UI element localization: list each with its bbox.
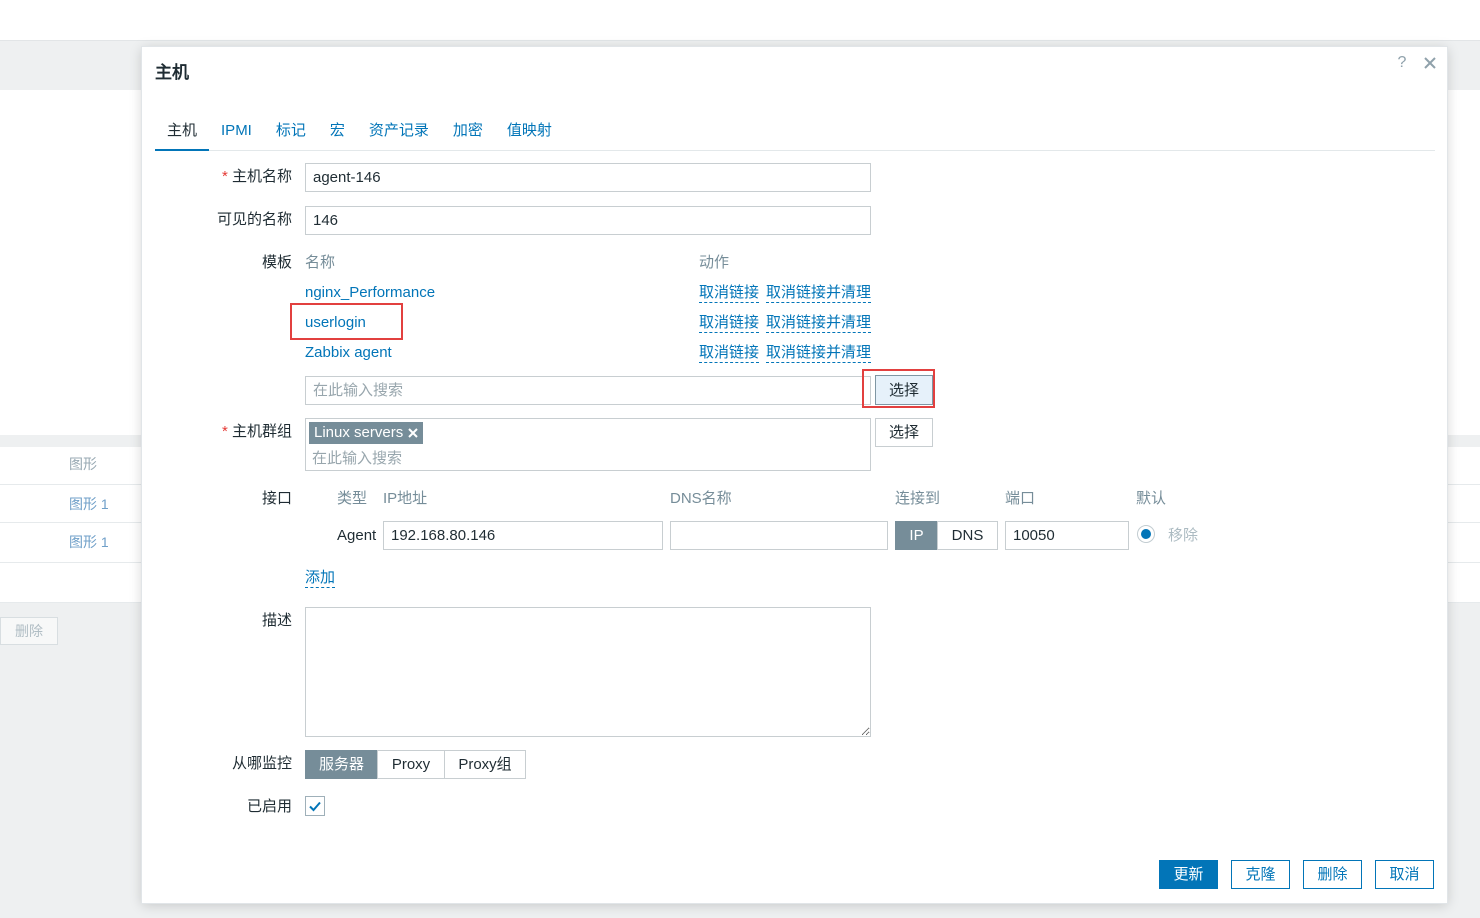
tab-ipmi[interactable]: IPMI [209,113,264,151]
visible-name-input[interactable] [305,206,871,235]
bg-graph-link: 图形 1 [69,534,109,550]
connect-to-dns-option[interactable]: DNS [937,521,998,550]
remove-interface-button: 移除 [1168,527,1199,544]
interface-type: Agent [337,527,377,544]
interface-col-ip: IP地址 [383,490,428,507]
enabled-checkbox[interactable] [305,796,325,816]
monitored-by-server[interactable]: 服务器 [305,750,378,779]
unlink-button[interactable]: 取消链接 [699,284,760,303]
connect-to-toggle: IP DNS [895,521,998,550]
host-name-label: 主机名称 [142,167,292,187]
host-dialog: 主机 主机 IPMI 标记 宏 资产记录 加密 值映射 主机名称 可见的名称 模… [142,47,1447,903]
template-link[interactable]: userlogin [305,313,366,333]
interface-port-input[interactable] [1005,521,1129,550]
checkmark-icon [309,801,321,812]
description-textarea[interactable] [305,607,871,737]
templates-col-name: 名称 [305,254,336,271]
host-group-tag-label: Linux servers [314,424,404,441]
delete-button[interactable]: 删除 [1303,860,1362,889]
connect-to-ip-option[interactable]: IP [895,521,938,550]
unlink-and-clear-button[interactable]: 取消链接并清理 [766,284,872,303]
interface-ip-input[interactable] [383,521,663,550]
interface-dns-input[interactable] [670,521,888,550]
host-group-tag: Linux servers [309,422,424,444]
monitored-by-label: 从哪监控 [231,755,292,772]
add-interface-link[interactable]: 添加 [305,569,336,588]
bg-graph-link: 图形 1 [69,496,109,512]
tab-encryption[interactable]: 加密 [441,113,495,151]
dialog-title: 主机 [155,63,189,82]
tab-value-mapping[interactable]: 值映射 [495,113,564,151]
default-interface-radio[interactable] [1137,525,1155,543]
help-icon[interactable] [1395,53,1409,73]
monitored-by-proxy-group[interactable]: Proxy组 [444,750,526,779]
description-label: 描述 [261,612,292,629]
tab-tags[interactable]: 标记 [264,113,318,151]
interface-col-dns: DNS名称 [670,490,732,507]
templates-col-action: 动作 [699,254,730,271]
tab-macros[interactable]: 宏 [318,113,357,151]
tab-host[interactable]: 主机 [155,113,210,151]
template-link[interactable]: nginx_Performance [305,283,435,303]
tab-inventory[interactable]: 资产记录 [357,113,441,151]
templates-label: 模板 [261,254,292,271]
tag-remove-icon[interactable] [407,427,419,439]
unlink-and-clear-button[interactable]: 取消链接并清理 [766,314,872,333]
host-groups-label: 主机群组 [142,422,292,442]
interface-col-port: 端口 [1005,490,1036,507]
monitored-by-toggle: 服务器 Proxy Proxy组 [305,750,526,779]
host-group-search-input[interactable] [306,446,870,470]
host-groups-multiselect[interactable]: Linux servers [305,418,871,471]
host-group-select-button[interactable]: 选择 [875,418,933,447]
bg-graphs-column-header: 图形 [69,456,97,472]
clone-button[interactable]: 克隆 [1231,860,1290,889]
tab-bar: 主机 IPMI 标记 宏 资产记录 加密 值映射 [155,113,1435,151]
unlink-button[interactable]: 取消链接 [699,344,760,363]
unlink-button[interactable]: 取消链接 [699,314,760,333]
interfaces-label: 接口 [261,490,292,507]
close-icon[interactable] [1423,56,1437,70]
interface-col-default: 默认 [1136,490,1167,507]
unlink-and-clear-button[interactable]: 取消链接并清理 [766,344,872,363]
host-name-input[interactable] [305,163,871,192]
update-button[interactable]: 更新 [1159,860,1218,889]
template-select-button[interactable]: 选择 [875,375,933,405]
bg-delete-button: 删除 [0,617,58,645]
visible-name-label: 可见的名称 [216,211,292,228]
enabled-label: 已启用 [246,798,292,815]
template-link[interactable]: Zabbix agent [305,343,392,363]
cancel-button[interactable]: 取消 [1375,860,1434,889]
monitored-by-proxy[interactable]: Proxy [377,750,445,779]
template-search-input[interactable] [305,376,871,405]
interface-col-connect-to: 连接到 [895,490,941,507]
interface-col-type: 类型 [337,490,368,507]
